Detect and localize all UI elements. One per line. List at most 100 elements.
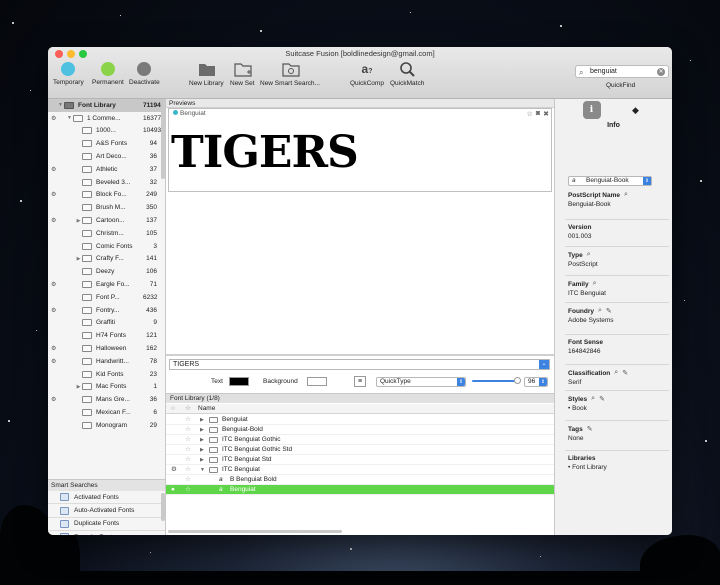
smart-searches-scrollbar[interactable]: [161, 493, 165, 521]
search-icon[interactable]: ⌕: [591, 395, 595, 403]
slider-knob[interactable]: [514, 377, 521, 384]
disclosure-closed-icon[interactable]: ▶: [200, 435, 204, 445]
sidebar-set-item[interactable]: ⚙ Mans Gre... 36: [48, 393, 165, 406]
sidebar-set-item[interactable]: Kid Fonts 23: [48, 368, 165, 381]
disclosure-closed-icon[interactable]: ▶: [75, 384, 82, 390]
sidebar-set-item[interactable]: Comic Fonts 3: [48, 240, 165, 253]
sidebar-set-item[interactable]: Font P... 6232: [48, 291, 165, 304]
sidebar-font-library[interactable]: ▼ Font Library 71194: [48, 99, 165, 112]
smart-search-item[interactable]: Activated Fonts: [48, 491, 165, 505]
favorite-star-icon[interactable]: ☆: [527, 110, 533, 118]
preview-mode-select[interactable]: QuickType ⇕: [376, 377, 466, 387]
name-column-header[interactable]: Name: [198, 404, 215, 414]
new-set-button[interactable]: New Set: [230, 61, 255, 87]
sidebar-set-item[interactable]: Christm... 105: [48, 227, 165, 240]
clear-search-icon[interactable]: ✕: [657, 68, 665, 76]
favorite-star-icon[interactable]: ☆: [185, 415, 191, 425]
disclosure-open-icon[interactable]: ▼: [200, 465, 205, 475]
search-icon[interactable]: ⌕: [614, 369, 618, 377]
favorite-star-icon[interactable]: ☆: [185, 485, 191, 495]
temporary-button[interactable]: Temporary: [53, 61, 84, 86]
text-color-swatch[interactable]: [229, 377, 249, 386]
sidebar-set-item[interactable]: ⚙ Athletic 37: [48, 163, 165, 176]
splitter[interactable]: [166, 354, 554, 356]
background-color-swatch[interactable]: [307, 377, 327, 386]
sidebar-set-item[interactable]: Art Deco... 36: [48, 150, 165, 163]
sidebar-set-item[interactable]: ⚙ Block Fo... 249: [48, 189, 165, 202]
size-slider[interactable]: [472, 377, 521, 384]
permanent-button[interactable]: Permanent: [92, 61, 124, 86]
font-list-row[interactable]: ☆ ▶ ITC Benguiat Std: [166, 455, 554, 465]
favorite-star-icon[interactable]: ☆: [185, 475, 191, 485]
sidebar-set-item[interactable]: H74 Fonts 121: [48, 329, 165, 342]
disclosure-open-icon[interactable]: ▼: [66, 115, 73, 121]
sidebar-set-item[interactable]: Beveled 3... 32: [48, 176, 165, 189]
font-list-row[interactable]: ⚙ ☆ ▼ ITC Benguiat: [166, 465, 554, 475]
disclosure-closed-icon[interactable]: ▶: [200, 415, 204, 425]
new-library-button[interactable]: New Library: [189, 61, 224, 87]
favorite-star-icon[interactable]: ☆: [185, 455, 191, 465]
activation-column-icon[interactable]: ○: [171, 404, 175, 414]
info-tab[interactable]: i: [582, 101, 601, 119]
sidebar-set-item[interactable]: Graffiti 9: [48, 317, 165, 330]
search-icon[interactable]: ⌕: [624, 191, 628, 199]
disclosure-open-icon[interactable]: ▼: [57, 102, 64, 108]
favorite-star-icon[interactable]: ☆: [185, 445, 191, 455]
smart-search-item[interactable]: Auto-Activated Fonts: [48, 504, 165, 518]
chevron-down-icon[interactable]: ⇕: [643, 177, 651, 185]
sidebar-set-item[interactable]: ⚙ Eargle Fo... 71: [48, 278, 165, 291]
disclosure-closed-icon[interactable]: ▶: [200, 445, 204, 455]
sidebar-scrollbar[interactable]: [161, 101, 165, 179]
tags-tab[interactable]: ◆: [627, 101, 645, 119]
chevron-down-icon[interactable]: ⌄: [539, 360, 549, 369]
camera-icon[interactable]: ◙: [536, 110, 540, 118]
pencil-edit-icon[interactable]: ✎: [599, 395, 605, 403]
sidebar-set-item[interactable]: ▶ Mac Fonts 1: [48, 381, 165, 394]
quickmatch-button[interactable]: QuickMatch: [390, 61, 424, 87]
new-smart-search-button[interactable]: New Smart Search...: [260, 61, 320, 87]
sidebar-set-item[interactable]: ⚙ Halloween 162: [48, 342, 165, 355]
quickfind-search-field[interactable]: ⌕ benguiat ✕: [575, 65, 669, 78]
sidebar-set-item[interactable]: Brush M... 350: [48, 201, 165, 214]
pencil-edit-icon[interactable]: ✎: [622, 369, 628, 377]
sidebar-set-item[interactable]: Monogram 29: [48, 419, 165, 432]
preview-text-input[interactable]: TIGERS ⌄: [169, 359, 550, 370]
favorite-star-icon[interactable]: ☆: [185, 465, 191, 475]
sidebar-set-item[interactable]: ⚙ Fontry... 436: [48, 304, 165, 317]
close-preview-icon[interactable]: ✖: [543, 110, 549, 118]
size-select[interactable]: 96 ⇕: [524, 377, 548, 387]
search-icon[interactable]: ⌕: [587, 251, 591, 259]
sidebar-set-item[interactable]: 1000... 10493: [48, 125, 165, 138]
disclosure-closed-icon[interactable]: ▶: [75, 218, 82, 224]
font-list-scrollbar[interactable]: [168, 530, 342, 533]
chevron-down-icon[interactable]: ⇕: [539, 378, 547, 386]
chevron-down-icon[interactable]: ⇕: [457, 378, 465, 386]
font-list-row[interactable]: ● ☆ a Benguiat: [166, 485, 554, 495]
pencil-edit-icon[interactable]: ✎: [606, 307, 612, 315]
disclosure-closed-icon[interactable]: ▶: [75, 256, 82, 262]
search-icon[interactable]: ⌕: [598, 307, 602, 315]
deactivate-button[interactable]: Deactivate: [129, 61, 160, 86]
sidebar-set-item[interactable]: ▶ Crafty F... 141: [48, 253, 165, 266]
favorite-star-icon[interactable]: ☆: [185, 425, 191, 435]
font-list-row[interactable]: ☆ ▶ Benguiat: [166, 415, 554, 425]
quickcomp-button[interactable]: a? QuickComp: [350, 61, 384, 87]
font-list-row[interactable]: ☆ ▶ ITC Benguiat Gothic Std: [166, 445, 554, 455]
pencil-edit-icon[interactable]: ✎: [587, 425, 593, 433]
sidebar-set-item[interactable]: ⚙ ▶ Cartoon... 137: [48, 214, 165, 227]
search-icon[interactable]: ⌕: [593, 280, 597, 288]
favorite-column-icon[interactable]: ☆: [185, 404, 191, 414]
sidebar-set-item[interactable]: Mexican F... 6: [48, 406, 165, 419]
font-list-row[interactable]: ☆ ▶ Benguiat-Bold: [166, 425, 554, 435]
smart-search-item[interactable]: Favorite Fonts: [48, 531, 165, 535]
text-block-icon[interactable]: ≡: [354, 376, 366, 387]
sidebar-set-item[interactable]: ⚙ Handwritt... 78: [48, 355, 165, 368]
sidebar-set-commercial[interactable]: ⚙ ▼ 1 Comme... 16377: [48, 112, 165, 125]
sidebar-set-item[interactable]: Deezy 106: [48, 265, 165, 278]
font-selector[interactable]: a Benguiat-Book ⇕: [568, 176, 652, 186]
smart-search-item[interactable]: Duplicate Fonts: [48, 518, 165, 532]
sidebar-set-item[interactable]: A&S Fonts 94: [48, 137, 165, 150]
disclosure-closed-icon[interactable]: ▶: [200, 455, 204, 465]
font-list-row[interactable]: ☆ ▶ ITC Benguiat Gothic: [166, 435, 554, 445]
favorite-star-icon[interactable]: ☆: [185, 435, 191, 445]
